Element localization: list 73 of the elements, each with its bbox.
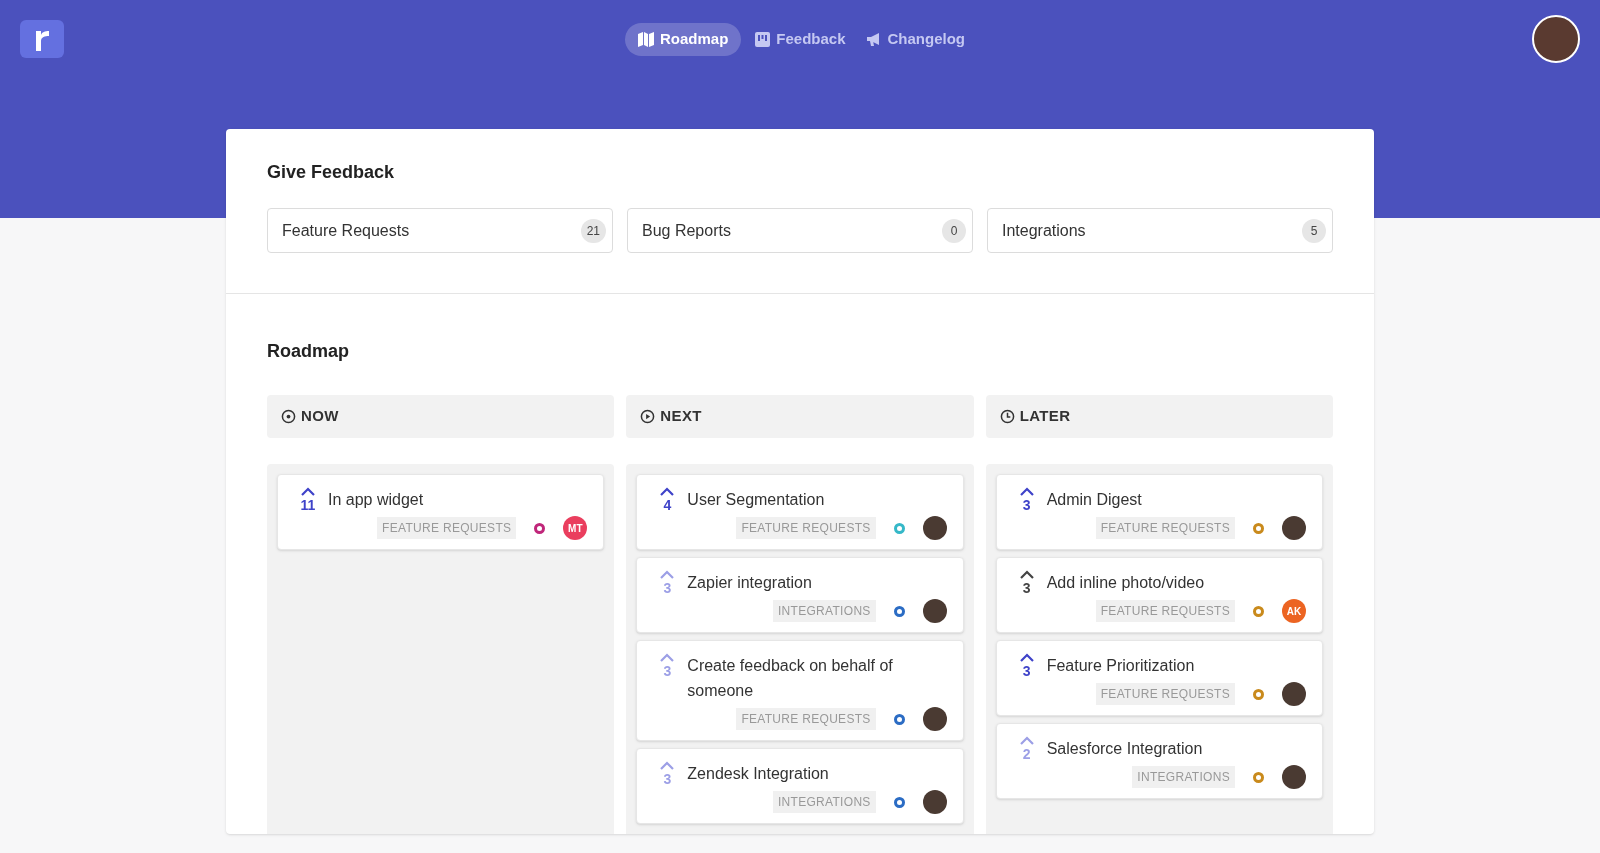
count-badge: 21 bbox=[580, 218, 606, 243]
card-title: Add inline photo/video bbox=[1046, 573, 1206, 593]
board-label: Bug Reports bbox=[642, 220, 731, 241]
count-badge: 0 bbox=[942, 218, 966, 243]
chevron-up-icon bbox=[1019, 653, 1034, 662]
card-title: Zendesk Integration bbox=[687, 764, 830, 784]
card-title: Admin Digest bbox=[1046, 490, 1143, 510]
avatar-photo-placeholder bbox=[922, 707, 947, 731]
avatar-photo-placeholder bbox=[1282, 682, 1306, 706]
category-tag: FEATURE REQUESTS bbox=[1095, 600, 1235, 622]
nav-tab[interactable]: Changelog bbox=[859, 22, 971, 56]
roadmap-card[interactable]: 3 Feature Prioritization FEATURE REQUESTS bbox=[995, 640, 1323, 716]
nav-tab[interactable]: Roadmap bbox=[624, 22, 742, 56]
roadmap-card[interactable]: 4 User Segmentation FEATURE REQUESTS bbox=[636, 474, 964, 550]
avatar-photo-placeholder bbox=[922, 790, 947, 814]
upvote-button[interactable]: 11 bbox=[300, 487, 316, 540]
chevron-up-icon bbox=[660, 653, 675, 662]
avatar-photo-placeholder bbox=[922, 599, 947, 623]
category-tag: FEATURE REQUESTS bbox=[736, 517, 876, 539]
upvote-button[interactable]: 3 bbox=[1018, 570, 1035, 623]
play-icon bbox=[640, 409, 656, 424]
roadmap-card[interactable]: 11 In app widget FEATURE REQUESTS MT bbox=[277, 474, 605, 550]
map-icon bbox=[637, 31, 654, 47]
upvote-button[interactable]: 4 bbox=[659, 487, 676, 540]
board-link[interactable]: Bug Reports 0 bbox=[627, 208, 973, 253]
chevron-up-icon bbox=[660, 570, 675, 579]
category-tag: INTEGRATIONS bbox=[772, 791, 876, 813]
avatar-photo-placeholder bbox=[1282, 516, 1306, 540]
board-label: Integrations bbox=[1002, 220, 1086, 241]
upvote-button[interactable]: 3 bbox=[1018, 487, 1035, 540]
card-title: Feature Prioritization bbox=[1046, 656, 1196, 676]
roadmap-card[interactable]: 2 Salesforce Integration INTEGRATIONS bbox=[995, 723, 1323, 799]
category-tag: INTEGRATIONS bbox=[1132, 766, 1235, 788]
avatar-photo-placeholder bbox=[922, 516, 947, 540]
avatar-photo-placeholder bbox=[1282, 765, 1306, 789]
category-tag: FEATURE REQUESTS bbox=[377, 517, 517, 539]
roadmap-card[interactable]: 3 Zendesk Integration INTEGRATIONS bbox=[636, 748, 964, 824]
category-tag: INTEGRATIONS bbox=[772, 600, 876, 622]
section-title: Give Feedback bbox=[267, 161, 396, 184]
count-badge: 5 bbox=[1302, 218, 1326, 243]
roadmap-card[interactable]: 3 Add inline photo/video FEATURE REQUESTS AK bbox=[995, 557, 1323, 633]
card-title: Zapier integration bbox=[687, 573, 813, 593]
roadmap-card[interactable]: 3 Create feedback on behalf of someone FEATURE REQUESTS bbox=[636, 640, 964, 741]
target-icon bbox=[281, 409, 296, 424]
column-title: LATER bbox=[1019, 406, 1071, 427]
logo-icon[interactable] bbox=[20, 20, 64, 58]
chevron-up-icon bbox=[660, 487, 675, 496]
nav-tab[interactable]: Feedback bbox=[749, 22, 852, 56]
board-link[interactable]: Feature Requests 21 bbox=[267, 208, 613, 253]
column-title: NOW bbox=[301, 406, 339, 427]
card-title: In app widget bbox=[328, 490, 425, 510]
card-title: User Segmentation bbox=[687, 490, 826, 510]
roadmap-card[interactable]: 3 Zapier integration INTEGRATIONS bbox=[636, 557, 964, 633]
chevron-up-icon bbox=[1019, 736, 1034, 745]
clock-icon bbox=[999, 409, 1015, 424]
chevron-up-icon bbox=[301, 487, 315, 496]
upvote-button[interactable]: 3 bbox=[1018, 653, 1035, 706]
chevron-up-icon bbox=[660, 761, 675, 770]
section-title: Roadmap bbox=[267, 340, 350, 363]
initials-avatar: AK bbox=[1282, 599, 1306, 623]
chevron-up-icon bbox=[1019, 570, 1034, 579]
column-title: NEXT bbox=[660, 406, 702, 427]
card-title: Salesforce Integration bbox=[1046, 739, 1204, 759]
initials-avatar: MT bbox=[563, 516, 588, 540]
chevron-up-icon bbox=[1019, 487, 1034, 496]
roadmap-card[interactable]: 3 Admin Digest FEATURE REQUESTS bbox=[995, 474, 1323, 550]
board-link[interactable]: Integrations 5 bbox=[987, 208, 1333, 253]
board-label: Feature Requests bbox=[282, 220, 410, 241]
category-tag: FEATURE REQUESTS bbox=[736, 708, 876, 730]
megaphone-icon bbox=[865, 31, 882, 47]
card-title: Create feedback on behalf of someone bbox=[687, 656, 894, 701]
category-tag: FEATURE REQUESTS bbox=[1095, 683, 1235, 705]
category-tag: FEATURE REQUESTS bbox=[1095, 517, 1235, 539]
